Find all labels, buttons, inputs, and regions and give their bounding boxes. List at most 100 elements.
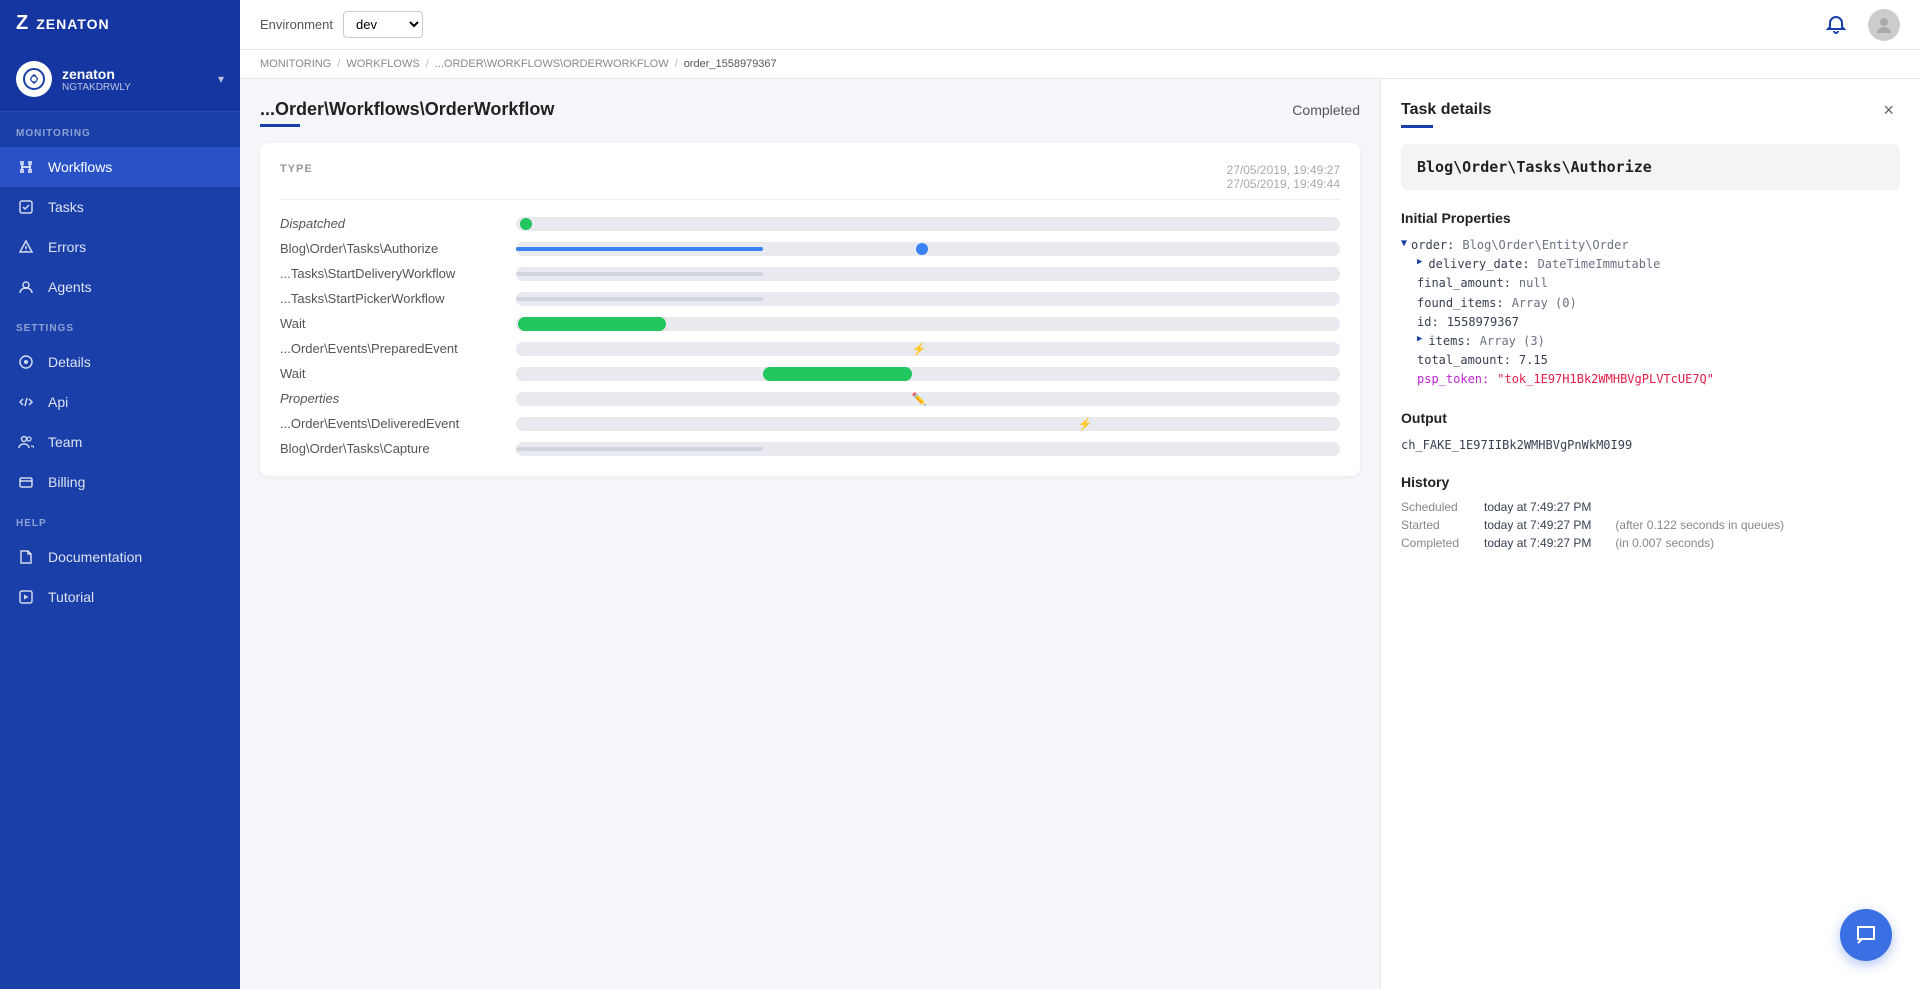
prop-key: found_items: xyxy=(1417,294,1504,313)
sidebar-item-tutorial[interactable]: Tutorial xyxy=(0,577,240,617)
prop-items: ▶ items: Array (3) xyxy=(1401,332,1900,351)
prop-key: final_amount: xyxy=(1417,274,1511,293)
bar-green xyxy=(518,317,666,331)
history-row-scheduled: Scheduled today at 7:49:27 PM xyxy=(1401,500,1900,514)
output-value: ch_FAKE_1E97IIBk2WMHBVgPnWkM0I99 xyxy=(1401,438,1632,452)
account-info: zenaton NGTAKDRWLY xyxy=(62,66,131,93)
sidebar-item-errors[interactable]: Errors xyxy=(0,227,240,267)
zenaton-logo: Z ZENATON xyxy=(0,0,240,47)
billing-label: Billing xyxy=(48,474,85,490)
task-output: Output ch_FAKE_1E97IIBk2WMHBVgPnWkM0I99 xyxy=(1401,410,1900,454)
api-icon xyxy=(16,392,36,412)
timeline-date-start: 27/05/2019, 19:49:27 xyxy=(1227,163,1340,177)
row-label-delivery: ...Tasks\StartDeliveryWorkflow xyxy=(280,266,500,281)
sidebar-item-workflows[interactable]: Workflows xyxy=(0,147,240,187)
collapse-icon[interactable]: ▼ xyxy=(1401,236,1407,252)
company-name: zenaton xyxy=(62,66,131,82)
tasks-icon xyxy=(16,197,36,217)
timeline-row[interactable]: ...Tasks\StartPickerWorkflow xyxy=(280,291,1340,306)
row-label-capture: Blog\Order\Tasks\Capture xyxy=(280,441,500,456)
timeline-row[interactable]: ...Order\Events\PreparedEvent ⚡ xyxy=(280,341,1340,356)
env-select[interactable]: dev prod staging xyxy=(343,11,423,38)
documentation-label: Documentation xyxy=(48,549,142,565)
task-history: History Scheduled today at 7:49:27 PM St… xyxy=(1401,474,1900,554)
history-time-completed: today at 7:49:27 PM xyxy=(1484,536,1591,550)
bolt-icon: ⚡ xyxy=(912,342,927,356)
close-button[interactable]: × xyxy=(1877,99,1900,121)
topbar: Environment dev prod staging xyxy=(240,0,1920,50)
user-avatar[interactable] xyxy=(1868,9,1900,41)
bar-blue xyxy=(516,247,763,251)
timeline-row[interactable]: Wait xyxy=(280,316,1340,331)
account-header[interactable]: zenaton NGTAKDRWLY ▾ xyxy=(0,47,240,112)
notification-bell-icon[interactable] xyxy=(1820,9,1852,41)
expand-icon[interactable]: ▶ xyxy=(1417,255,1422,269)
timeline-row[interactable]: Wait xyxy=(280,366,1340,381)
row-bar-properties: ✏️ xyxy=(516,392,1340,406)
history-row-started: Started today at 7:49:27 PM (after 0.122… xyxy=(1401,518,1900,532)
timeline-row[interactable]: Blog\Order\Tasks\Capture xyxy=(280,441,1340,456)
timeline-row[interactable]: ...Order\Events\DeliveredEvent ⚡ xyxy=(280,416,1340,431)
prop-psp-token: psp_token: "tok_1E97H1Bk2WMHBVgPLVTcUE7Q… xyxy=(1401,370,1900,389)
avatar-circle xyxy=(1868,9,1900,41)
billing-icon xyxy=(16,472,36,492)
workflow-timeline-box: TYPE 27/05/2019, 19:49:27 27/05/2019, 19… xyxy=(260,143,1360,476)
monitoring-section-label: MONITORING xyxy=(0,112,240,147)
task-details-panel: Task details × Blog\Order\Tasks\Authoriz… xyxy=(1380,79,1920,989)
sidebar-item-documentation[interactable]: Documentation xyxy=(0,537,240,577)
breadcrumb-current: order_1558979367 xyxy=(684,58,777,70)
pencil-icon: ✏️ xyxy=(912,392,927,406)
sidebar-item-api[interactable]: Api xyxy=(0,382,240,422)
workflow-title-underline xyxy=(260,124,300,127)
prop-key: total_amount: xyxy=(1417,351,1511,370)
api-label: Api xyxy=(48,394,68,410)
row-label-wait2: Wait xyxy=(280,366,500,381)
team-icon xyxy=(16,432,36,452)
task-properties: ▼ order: Blog\Order\Entity\Order ▶ deliv… xyxy=(1401,236,1900,390)
team-label: Team xyxy=(48,434,82,450)
history-title: History xyxy=(1401,474,1900,490)
row-bar-authorize xyxy=(516,242,1340,256)
prop-value: Array (3) xyxy=(1480,332,1545,351)
row-bar-picker xyxy=(516,292,1340,306)
row-label-authorize: Blog\Order\Tasks\Authorize xyxy=(280,241,500,256)
sidebar-item-tasks[interactable]: Tasks xyxy=(0,187,240,227)
breadcrumb-orderworkflow[interactable]: ...ORDER\WORKFLOWS\ORDERWORKFLOW xyxy=(435,58,669,70)
row-bar-prepared: ⚡ xyxy=(516,342,1340,356)
workflows-icon xyxy=(16,157,36,177)
breadcrumb-sep-1: / xyxy=(337,58,340,70)
bar-green-2 xyxy=(763,367,911,381)
details-label: Details xyxy=(48,354,91,370)
chat-bubble[interactable] xyxy=(1840,909,1892,961)
task-details-title: Task details xyxy=(1401,101,1491,119)
sidebar-item-agents[interactable]: Agents xyxy=(0,267,240,307)
row-label-prepared: ...Order\Events\PreparedEvent xyxy=(280,341,500,356)
sidebar-item-billing[interactable]: Billing xyxy=(0,462,240,502)
timeline-row[interactable]: Properties ✏️ xyxy=(280,391,1340,406)
breadcrumb-monitoring[interactable]: MONITORING xyxy=(260,58,331,70)
history-label-scheduled: Scheduled xyxy=(1401,500,1476,514)
breadcrumb-workflows[interactable]: WORKFLOWS xyxy=(346,58,419,70)
sidebar-item-team[interactable]: Team xyxy=(0,422,240,462)
breadcrumb-sep-3: / xyxy=(675,58,678,70)
expand-icon-2[interactable]: ▶ xyxy=(1417,332,1422,346)
prop-value: "tok_1E97H1Bk2WMHBVgPLVTcUE7Q" xyxy=(1497,370,1714,389)
breadcrumb-sep-2: / xyxy=(426,58,429,70)
z-logo-text: ZENATON xyxy=(36,16,109,32)
timeline-row[interactable]: ...Tasks\StartDeliveryWorkflow xyxy=(280,266,1340,281)
sidebar-item-details[interactable]: Details xyxy=(0,342,240,382)
workflow-status: Completed xyxy=(1292,102,1360,118)
workflow-panel: ...Order\Workflows\OrderWorkflow Complet… xyxy=(240,79,1380,989)
workflow-header: ...Order\Workflows\OrderWorkflow Complet… xyxy=(260,99,1360,120)
timeline-row[interactable]: Blog\Order\Tasks\Authorize xyxy=(280,241,1340,256)
history-extra-started: (after 0.122 seconds in queues) xyxy=(1615,518,1784,532)
initial-properties-title: Initial Properties xyxy=(1401,210,1900,226)
timeline-dates: 27/05/2019, 19:49:27 27/05/2019, 19:49:4… xyxy=(1227,163,1340,191)
bar-gray-3 xyxy=(516,447,763,451)
output-title: Output xyxy=(1401,410,1900,426)
prop-delivery-date: ▶ delivery_date: DateTimeImmutable xyxy=(1401,255,1900,274)
main-content: Environment dev prod staging MONITORING … xyxy=(240,0,1920,989)
timeline-row[interactable]: Dispatched xyxy=(280,216,1340,231)
prop-null: null xyxy=(1519,274,1548,293)
account-icon xyxy=(16,61,52,97)
